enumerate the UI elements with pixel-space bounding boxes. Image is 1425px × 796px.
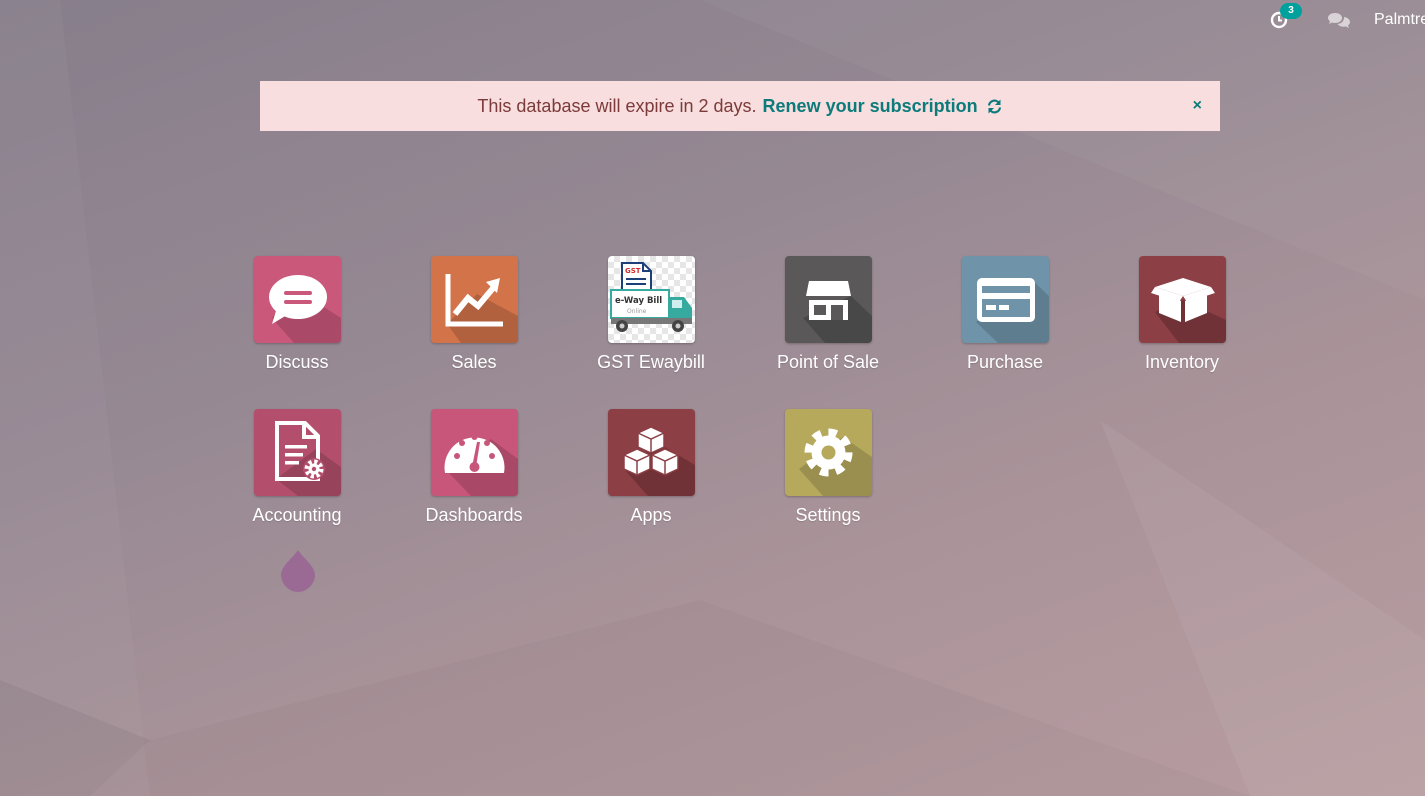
svg-text:e-Way Bill: e-Way Bill [615, 296, 662, 306]
app-purchase[interactable]: Purchase [935, 256, 1075, 372]
gauge-icon [444, 434, 518, 496]
app-label-apps: Apps [630, 505, 672, 525]
app-label-discuss: Discuss [265, 352, 329, 372]
app-accounting[interactable]: Accounting [227, 409, 367, 525]
document-gear-icon [274, 421, 341, 496]
app-label-gst-ewaybill: GST Ewaybill [597, 352, 705, 372]
app-gst-ewaybill[interactable]: GST e-Way Bill Online GST Ewaybill [581, 256, 721, 372]
accounting-tile [253, 409, 341, 496]
gear-icon [798, 428, 872, 496]
svg-text:GST: GST [625, 267, 641, 275]
apps-tile [607, 409, 695, 496]
chat-icon [1328, 13, 1350, 28]
app-label-purchase: Purchase [966, 352, 1044, 372]
app-apps[interactable]: Apps [581, 409, 721, 525]
app-label-sales: Sales [451, 352, 497, 372]
inventory-tile [1138, 256, 1226, 343]
app-sales[interactable]: Sales [404, 256, 544, 372]
purchase-tile [961, 256, 1049, 343]
dashboards-tile [430, 409, 518, 496]
alert-message: This database will expire in 2 days. [477, 95, 757, 116]
discuss-tile [253, 256, 341, 343]
cubes-icon [622, 426, 695, 496]
svg-text:Online: Online [627, 308, 647, 315]
expiration-alert: This database will expire in 2 days. Ren… [260, 81, 1220, 131]
point-of-sale-tile [784, 256, 872, 343]
app-dashboards[interactable]: Dashboards [404, 409, 544, 525]
app-label-inventory: Inventory [1144, 352, 1220, 372]
app-settings[interactable]: Settings [758, 409, 898, 525]
activity-menu[interactable]: 3 [1270, 3, 1302, 29]
activity-badge: 3 [1280, 3, 1302, 19]
user-menu[interactable]: Palmtree [1374, 11, 1425, 29]
renew-link-label: Renew your subscription [762, 95, 978, 116]
app-label-dashboards: Dashboards [425, 505, 523, 525]
trend-chart-icon [445, 274, 518, 343]
top-bar: 3 Palmtree [1270, 0, 1425, 40]
app-label-settings: Settings [795, 505, 861, 525]
app-inventory[interactable]: Inventory [1112, 256, 1252, 372]
alert-close-button[interactable]: × [1193, 96, 1202, 116]
eway-bill-truck-icon: GST e-Way Bill Online [609, 262, 692, 332]
refresh-icon [987, 99, 1001, 113]
odoo-drop-logo [281, 550, 315, 592]
renew-subscription-link[interactable]: Renew your subscription [763, 96, 1003, 117]
app-label-point-of-sale: Point of Sale [776, 352, 880, 372]
app-point-of-sale[interactable]: Point of Sale [758, 256, 898, 372]
chat-bubble-icon [268, 275, 341, 343]
app-discuss[interactable]: Discuss [227, 256, 367, 372]
gst-ewaybill-tile: GST e-Way Bill Online [607, 256, 695, 343]
credit-card-icon [975, 278, 1049, 343]
settings-tile [784, 409, 872, 496]
box-icon [1150, 278, 1226, 343]
app-label-accounting: Accounting [252, 505, 342, 525]
shop-icon [802, 281, 872, 343]
messaging-menu[interactable] [1328, 11, 1350, 29]
sales-tile [430, 256, 518, 343]
